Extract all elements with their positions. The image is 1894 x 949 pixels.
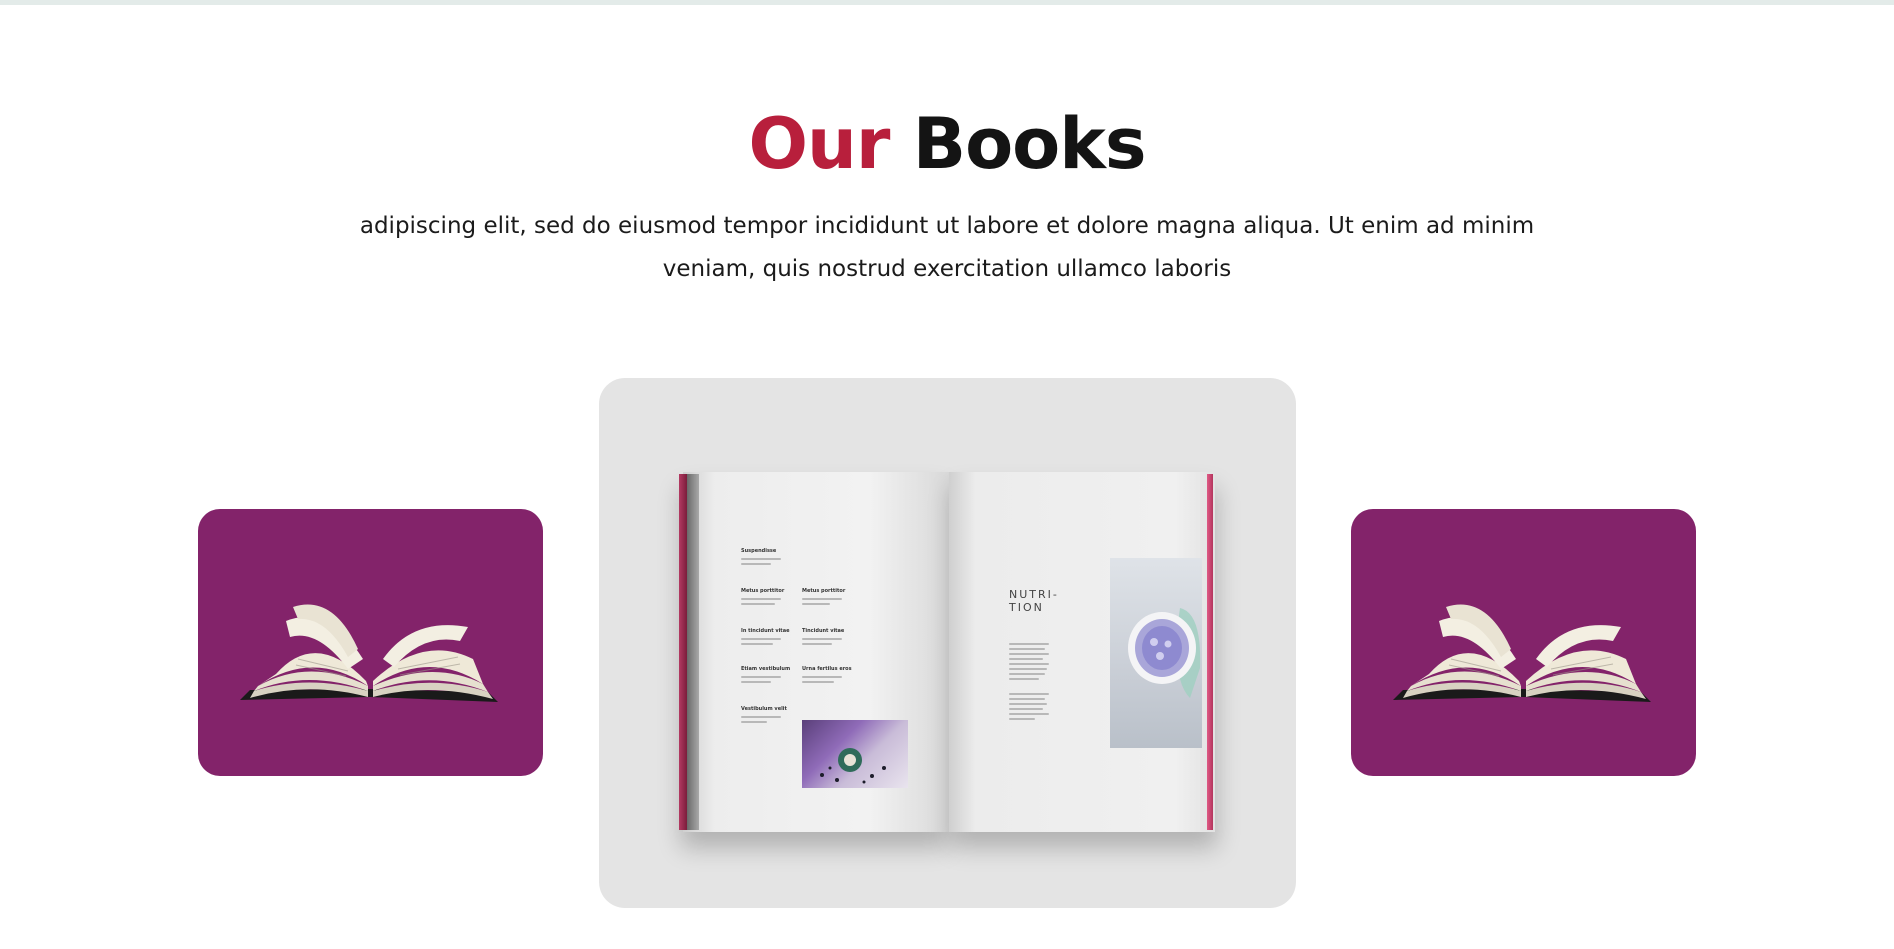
open-book-icon: [1393, 604, 1651, 702]
book-slide-left[interactable]: [198, 509, 543, 776]
subtitle-line-1: adipiscing elit, sed do eiusmod tempor i…: [359, 213, 1535, 239]
open-book-icon: [240, 604, 498, 702]
section-title: Our Books: [0, 98, 1894, 190]
magazine-text-block: Metus porttitor: [741, 588, 789, 605]
magazine-text-block: Tincidunt vitae: [802, 628, 850, 645]
magazine-text-block: Vestibulum velit: [741, 706, 789, 723]
book-slide-right[interactable]: [1351, 509, 1696, 776]
magazine-cover-edge-right: [1207, 474, 1213, 830]
magazine-text-block: Etiam vestibulum: [741, 666, 790, 683]
book-slide-center[interactable]: Suspendisse Metus porttitor Metus portti…: [599, 378, 1296, 908]
top-divider: [0, 0, 1894, 5]
magazine-text-block: Urna fertilus eros: [802, 666, 852, 683]
section-title-main: Books: [912, 103, 1147, 185]
magazine-text-block: In tincidunt vitae: [741, 628, 789, 645]
magazine-spread-image: Suspendisse Metus porttitor Metus portti…: [679, 472, 1215, 832]
magazine-spine: [687, 474, 699, 830]
magazine-nutrition-title: NUTRI- TION: [1009, 588, 1059, 614]
section-title-accent: Our: [748, 103, 890, 185]
magazine-photo-bowl: [1110, 558, 1202, 748]
magazine-text-column: [1009, 640, 1049, 720]
section-subtitle: adipiscing elit, sed do eiusmod tempor i…: [340, 205, 1554, 291]
subtitle-line-2: veniam, quis nostrud exercitation ullamc…: [662, 256, 1232, 282]
magazine-text-block: Metus porttitor: [802, 588, 850, 605]
magazine-text-block: Suspendisse: [741, 548, 789, 565]
magazine-cover-edge-left: [679, 474, 687, 830]
magazine-photo: [802, 720, 908, 788]
